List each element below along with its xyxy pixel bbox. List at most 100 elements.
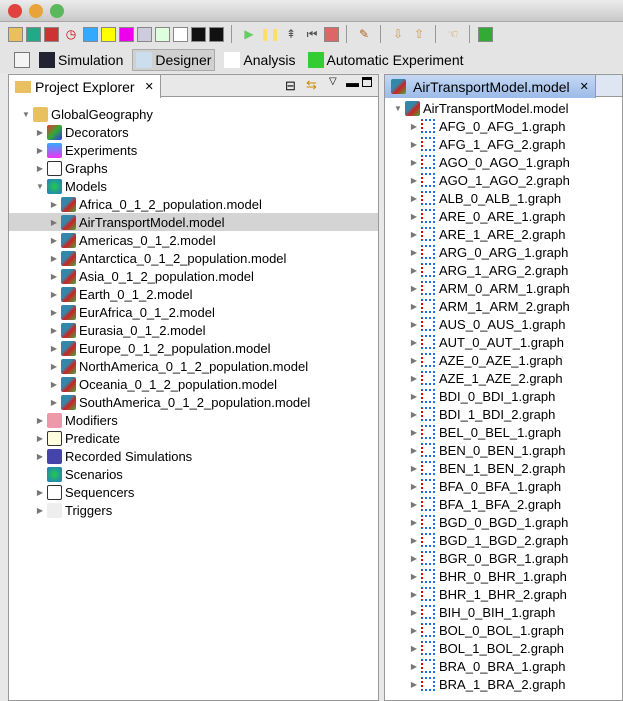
play-icon[interactable]: ▶ bbox=[240, 25, 258, 43]
expand-arrow-icon[interactable]: ▶ bbox=[409, 500, 419, 509]
open-folder-icon[interactable] bbox=[8, 26, 23, 42]
tree-item[interactable]: ▼ Models bbox=[35, 177, 107, 195]
brush-icon[interactable]: ✎ bbox=[355, 25, 373, 43]
expand-arrow-icon[interactable]: ▶ bbox=[409, 536, 419, 545]
graph-item[interactable]: ▶ BOL_0_BOL_1.graph bbox=[409, 621, 564, 639]
graph-item[interactable]: ▶ BGD_1_BGD_2.graph bbox=[409, 531, 568, 549]
predicate-icon[interactable] bbox=[119, 26, 134, 42]
tree-item[interactable]: ▶ EurAfrica_0_1_2.model bbox=[49, 303, 215, 321]
graph-item[interactable]: ▶ BRA_0_BRA_1.graph bbox=[409, 657, 566, 675]
tree-item[interactable]: ▶ Graphs bbox=[35, 159, 108, 177]
graph-item[interactable]: ▶ BHR_0_BHR_1.graph bbox=[409, 567, 567, 585]
close-icon[interactable]: ✕ bbox=[145, 80, 154, 93]
expand-arrow-icon[interactable]: ▶ bbox=[409, 230, 419, 239]
expand-arrow-icon[interactable]: ▶ bbox=[409, 176, 419, 185]
globe-icon[interactable] bbox=[26, 26, 41, 42]
expand-arrow-icon[interactable]: ▶ bbox=[409, 338, 419, 347]
graph-item[interactable]: ▶ BIH_0_BIH_1.graph bbox=[409, 603, 555, 621]
flask-icon[interactable] bbox=[83, 26, 98, 42]
link-editor-icon[interactable]: ⇆ bbox=[306, 77, 317, 93]
tree-item[interactable]: ▶ Triggers bbox=[35, 501, 112, 519]
expand-arrow-icon[interactable]: ▶ bbox=[409, 410, 419, 419]
minimize-icon[interactable]: ▬ bbox=[346, 75, 359, 90]
tree-item[interactable]: ▶ Modifiers bbox=[35, 411, 118, 429]
graph-item[interactable]: ▶ ALB_0_ALB_1.graph bbox=[409, 189, 561, 207]
pause-icon[interactable]: ❚❚ bbox=[260, 25, 280, 43]
back-icon[interactable]: ☜ bbox=[444, 25, 462, 43]
graph-item[interactable]: ▶ AFG_0_AFG_1.graph bbox=[409, 117, 566, 135]
graph-item[interactable]: ▶ AGO_0_AGO_1.graph bbox=[409, 153, 570, 171]
tree-item[interactable]: ▶ Recorded Simulations bbox=[35, 447, 192, 465]
expand-arrow-icon[interactable]: ▶ bbox=[409, 194, 419, 203]
graph-item[interactable]: ▶ BRA_1_BRA_2.graph bbox=[409, 675, 566, 693]
graph-item[interactable]: ▶ AZE_0_AZE_1.graph bbox=[409, 351, 563, 369]
tree-item[interactable]: ▶ Africa_0_1_2_population.model bbox=[49, 195, 262, 213]
graph-icon[interactable] bbox=[173, 26, 188, 42]
graph-item[interactable]: ▶ AZE_1_AZE_2.graph bbox=[409, 369, 563, 387]
graph-item[interactable]: ▶ AGO_1_AGO_2.graph bbox=[409, 171, 570, 189]
expand-arrow-icon[interactable]: ▶ bbox=[409, 464, 419, 473]
tree-item[interactable]: ▶ SouthAmerica_0_1_2_population.model bbox=[49, 393, 310, 411]
graph-item[interactable]: ▶ BDI_0_BDI_1.graph bbox=[409, 387, 555, 405]
model-icon[interactable] bbox=[44, 26, 59, 42]
collapse-arrow-icon[interactable]: ▼ bbox=[35, 182, 45, 191]
graph-item[interactable]: ▶ AFG_1_AFG_2.graph bbox=[409, 135, 566, 153]
expand-arrow-icon[interactable]: ▶ bbox=[35, 434, 45, 443]
expand-arrow-icon[interactable]: ▶ bbox=[409, 446, 419, 455]
expand-arrow-icon[interactable]: ▶ bbox=[409, 590, 419, 599]
minimize-window-button[interactable] bbox=[29, 4, 43, 18]
graph-item[interactable]: ▶ BEN_0_BEN_1.graph bbox=[409, 441, 566, 459]
expand-arrow-icon[interactable]: ▶ bbox=[409, 140, 419, 149]
expand-arrow-icon[interactable]: ▶ bbox=[409, 284, 419, 293]
expand-arrow-icon[interactable]: ▶ bbox=[409, 554, 419, 563]
reset-icon[interactable]: ⏮ bbox=[303, 25, 321, 43]
expand-arrow-icon[interactable]: ▶ bbox=[49, 200, 59, 209]
stop-icon[interactable] bbox=[324, 26, 339, 42]
graph-item[interactable]: ▶ AUS_0_AUS_1.graph bbox=[409, 315, 566, 333]
close-icon[interactable]: ✕ bbox=[580, 80, 589, 93]
collapse-arrow-icon[interactable]: ▼ bbox=[21, 110, 31, 119]
tree-item[interactable]: ▶ Americas_0_1_2.model bbox=[49, 231, 216, 249]
graph-item[interactable]: ▶ BFA_0_BFA_1.graph bbox=[409, 477, 561, 495]
import-icon[interactable]: ⇩ bbox=[389, 25, 407, 43]
expand-arrow-icon[interactable]: ▶ bbox=[35, 128, 45, 137]
expand-arrow-icon[interactable]: ▶ bbox=[49, 272, 59, 281]
graph-item[interactable]: ▶ BHR_1_BHR_2.graph bbox=[409, 585, 567, 603]
expand-arrow-icon[interactable]: ▶ bbox=[409, 608, 419, 617]
expand-arrow-icon[interactable]: ▶ bbox=[409, 680, 419, 689]
expand-arrow-icon[interactable]: ▶ bbox=[409, 266, 419, 275]
expand-arrow-icon[interactable]: ▶ bbox=[49, 362, 59, 371]
expand-arrow-icon[interactable]: ▶ bbox=[409, 392, 419, 401]
graph-item[interactable]: ▶ BEL_0_BEL_1.graph bbox=[409, 423, 561, 441]
perspective-designer[interactable]: Designer bbox=[132, 48, 216, 71]
collapse-arrow-icon[interactable]: ▼ bbox=[393, 104, 403, 113]
tree-item[interactable]: ▶ Decorators bbox=[35, 123, 129, 141]
graph-item[interactable]: ▶ BDI_1_BDI_2.graph bbox=[409, 405, 555, 423]
step-icon[interactable]: ⇞ bbox=[282, 25, 300, 43]
expand-arrow-icon[interactable]: ▶ bbox=[409, 644, 419, 653]
tree-item[interactable]: ▶ AirTransportModel.model bbox=[9, 213, 378, 231]
expand-arrow-icon[interactable]: ▶ bbox=[35, 506, 45, 515]
expand-arrow-icon[interactable]: ▶ bbox=[409, 626, 419, 635]
view-menu-icon[interactable]: ▽ bbox=[329, 76, 337, 87]
perspective-simulation[interactable]: Simulation bbox=[36, 49, 126, 71]
graph-item[interactable]: ▶ ARG_0_ARG_1.graph bbox=[409, 243, 568, 261]
perspective-analysis[interactable]: Analysis bbox=[221, 49, 298, 71]
expand-arrow-icon[interactable]: ▶ bbox=[409, 518, 419, 527]
expand-arrow-icon[interactable]: ▶ bbox=[409, 662, 419, 671]
collapse-all-icon[interactable]: ⊟ bbox=[285, 78, 296, 94]
tree-item[interactable]: ▶ Oceania_0_1_2_population.model bbox=[49, 375, 277, 393]
expand-arrow-icon[interactable]: ▶ bbox=[35, 416, 45, 425]
close-window-button[interactable] bbox=[8, 4, 22, 18]
perspective-automatic-experiment[interactable]: Automatic Experiment bbox=[305, 49, 467, 71]
tree-item[interactable]: ▶ NorthAmerica_0_1_2_population.model bbox=[49, 357, 308, 375]
expand-arrow-icon[interactable]: ▶ bbox=[49, 326, 59, 335]
expand-arrow-icon[interactable]: ▶ bbox=[35, 164, 45, 173]
graph-item[interactable]: ▶ BEN_1_BEN_2.graph bbox=[409, 459, 566, 477]
graph-item[interactable]: ▶ AUT_0_AUT_1.graph bbox=[409, 333, 564, 351]
expand-arrow-icon[interactable]: ▶ bbox=[49, 218, 59, 227]
expand-arrow-icon[interactable]: ▶ bbox=[409, 356, 419, 365]
graph-item[interactable]: ▶ ARM_0_ARM_1.graph bbox=[409, 279, 570, 297]
tab-project-explorer[interactable]: Project Explorer ✕ bbox=[9, 75, 161, 98]
expand-arrow-icon[interactable]: ▶ bbox=[35, 452, 45, 461]
